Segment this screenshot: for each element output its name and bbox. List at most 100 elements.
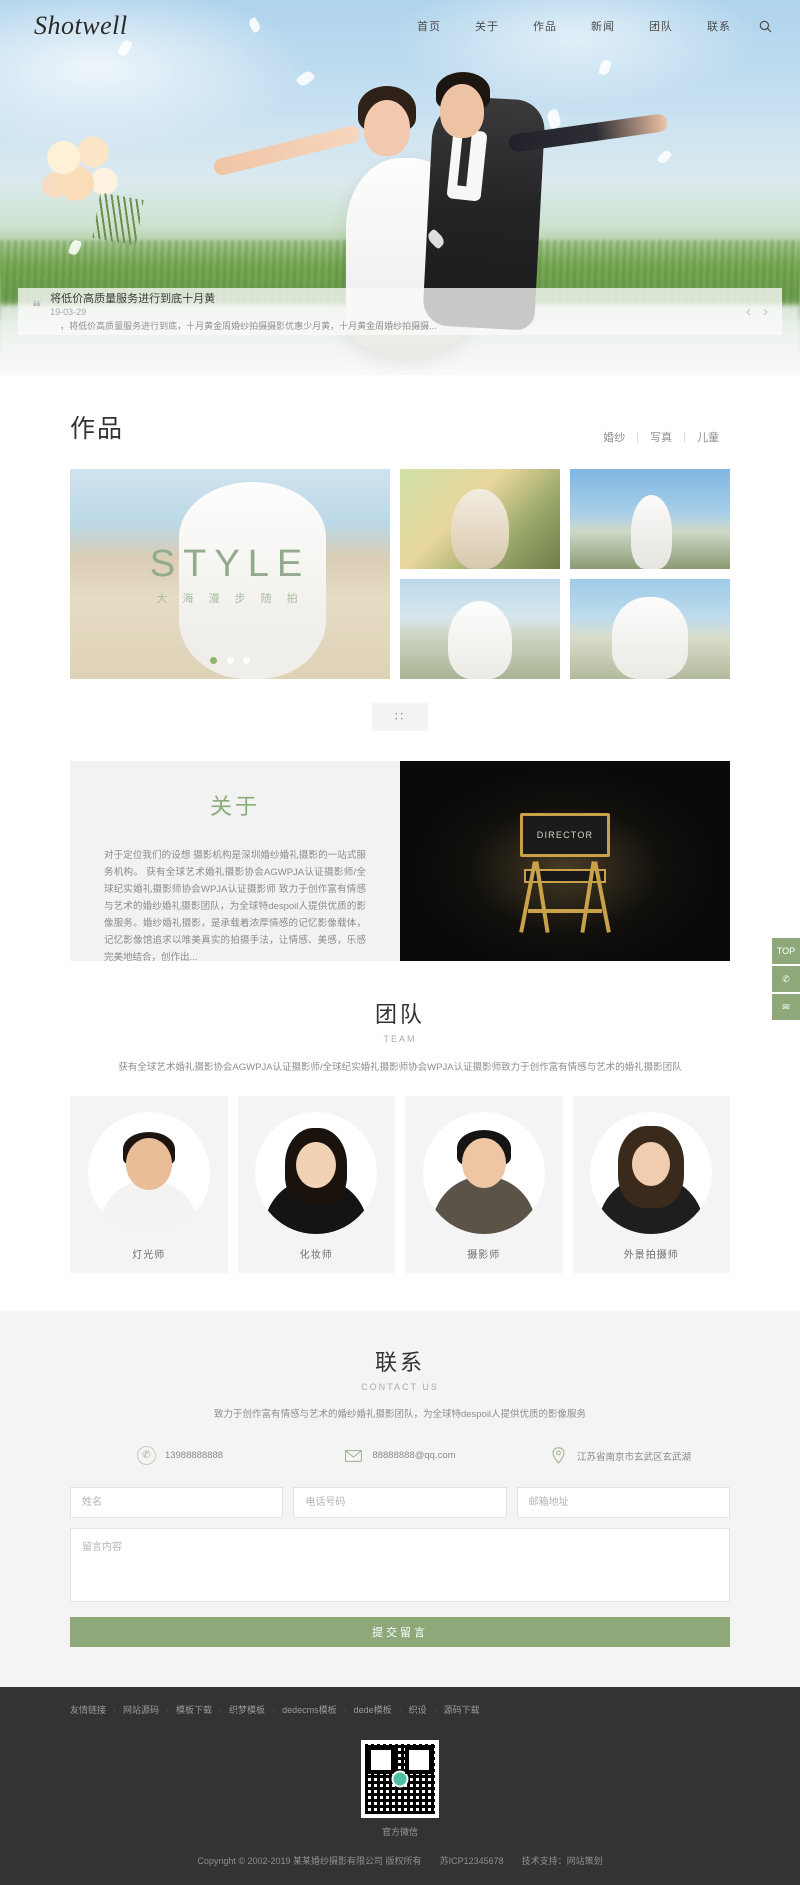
team-section: 团队 TEAM 获有全球艺术婚礼摄影协会AGWPJA认证摄影师/全球纪实婚礼摄影… (70, 997, 730, 1273)
message-icon[interactable]: ✉ (772, 994, 800, 1020)
works-filter-portrait[interactable]: 写真 (639, 429, 683, 445)
team-member-card[interactable]: 摄影师 (405, 1096, 563, 1273)
footer-link[interactable]: 模板下载 (176, 1703, 212, 1716)
work-thumbnail[interactable] (570, 579, 730, 679)
work-thumbnail[interactable] (570, 469, 730, 569)
footer-link[interactable]: 织设 (409, 1703, 427, 1716)
footer-link[interactable]: dede模板 (354, 1703, 392, 1716)
team-member-card[interactable]: 化妆师 (237, 1096, 395, 1273)
contact-email: 88888888@qq.com (290, 1446, 510, 1465)
mail-icon (344, 1446, 363, 1465)
avatar (87, 1112, 210, 1234)
submit-button[interactable]: 提交留言 (70, 1617, 730, 1647)
news-prev-arrow[interactable]: ‹ (746, 303, 751, 320)
footer-link[interactable]: dedecms模板 (282, 1703, 337, 1716)
support-link[interactable]: 网站策划 (567, 1856, 603, 1866)
chair-crossbar (528, 909, 602, 913)
team-member-name: 灯光师 (132, 1250, 166, 1261)
footer-link[interactable]: 友情链接 (70, 1703, 106, 1716)
back-to-top-button[interactable]: TOP (772, 938, 800, 964)
avatar (422, 1112, 545, 1234)
featured-caption-sub: 大 海 漫 步 随 拍 (156, 593, 304, 605)
chair-back: DIRECTOR (520, 813, 610, 857)
name-input[interactable] (70, 1487, 284, 1518)
news-arrows: ‹ › (734, 303, 768, 320)
nav-item-contact[interactable]: 联系 (690, 12, 748, 40)
contact-email-value: 88888888@qq.com (372, 1450, 456, 1461)
about-description: 对于定位我们的设想 摄影机构是深圳婚纱婚礼摄影的一站式服务机构。 获有全球艺术婚… (104, 850, 366, 963)
groom-head (440, 84, 484, 138)
location-icon (549, 1446, 568, 1465)
slider-dots[interactable] (70, 653, 390, 667)
phone-icon: ✆ (136, 1446, 156, 1465)
contact-address: 江苏省南京市玄武区玄武湖 (510, 1446, 730, 1465)
footer-link[interactable]: 网站源码 (123, 1703, 159, 1716)
work-thumbnail[interactable] (400, 469, 560, 569)
director-chair-label: DIRECTOR (536, 830, 594, 840)
contact-address-value: 江苏省南京市玄武区玄武湖 (576, 1451, 691, 1463)
nav-item-team[interactable]: 团队 (632, 12, 690, 40)
featured-caption: STYLE 大 海 漫 步 随 拍 (70, 543, 390, 606)
nav-item-news[interactable]: 新闻 (574, 12, 632, 40)
contact-form-row (70, 1487, 730, 1518)
bride-head (364, 100, 410, 156)
nav-item-works[interactable]: 作品 (516, 12, 574, 40)
team-subtitle: TEAM (383, 1034, 417, 1044)
avatar (255, 1112, 378, 1234)
message-textarea[interactable] (70, 1528, 730, 1602)
load-more-button[interactable]: ∷ (372, 703, 428, 731)
news-title[interactable]: 将低价高质量服务进行到底十月黄 (50, 292, 734, 306)
contact-title: 联系 (374, 1350, 425, 1375)
contact-form: 提交留言 (70, 1487, 730, 1647)
nav-item-home[interactable]: 首页 (400, 12, 458, 40)
work-thumbnail[interactable] (400, 579, 560, 679)
works-section: 作品 婚纱 | 写真 | 儿童 STYLE 大 海 漫 步 随 拍 ∷ (70, 375, 730, 731)
site-footer: 友情链接 · 网站源码 · 模板下载 · 织梦模板 · dedecms模板 · dede模… (0, 1687, 800, 1885)
news-next-arrow[interactable]: › (763, 303, 768, 320)
hero-news-banner[interactable]: ❝ 将低价高质量服务进行到底十月黄 19-03-29 ，将低价高质量服务进行到底… (18, 288, 782, 335)
team-member-card[interactable]: 灯光师 (70, 1096, 228, 1273)
wechat-icon[interactable]: ✆ (772, 966, 800, 992)
contact-description: 致力于创作富有情感与艺术的婚纱婚礼摄影团队，为全球特despoil人提供优质的影… (213, 1409, 587, 1420)
team-member-name: 化妆师 (299, 1250, 333, 1261)
avatar (590, 1112, 713, 1234)
slider-dot[interactable] (226, 657, 234, 664)
quote-icon: ❝ (32, 298, 41, 317)
slider-dot[interactable] (242, 657, 250, 664)
contact-subtitle: CONTACT US (361, 1382, 439, 1392)
works-title: 作品 (70, 415, 125, 443)
works-grid: STYLE 大 海 漫 步 随 拍 (70, 469, 730, 679)
works-header: 作品 婚纱 | 写真 | 儿童 (70, 409, 730, 445)
works-filter-wedding[interactable]: 婚纱 (592, 429, 636, 445)
email-input[interactable] (516, 1487, 730, 1518)
floating-sidebar: TOP ✆ ✉ (772, 938, 800, 1022)
team-title: 团队 (374, 1002, 425, 1027)
qr-label: 官方微信 (381, 1827, 418, 1837)
team-member-card[interactable]: 外景拍摄师 (572, 1096, 730, 1273)
works-featured-slider[interactable]: STYLE 大 海 漫 步 随 拍 (70, 469, 390, 679)
copyright-text: Copyright © 2002-2019 某某婚纱摄影有限公司 版权所有 (197, 1856, 422, 1866)
team-description: 获有全球艺术婚礼摄影协会AGWPJA认证摄影师/全球纪实婚礼摄影师协会WPJA认… (118, 1062, 682, 1073)
page-root: Shotwell 首页 关于 作品 新闻 团队 联系 ❝ 将低价高质量服务进行到 (0, 0, 800, 1885)
about-title: 关于 (209, 794, 260, 819)
works-loadmore-wrap: ∷ (70, 703, 730, 731)
qr-center-logo (391, 1770, 409, 1788)
footer-link[interactable]: 源码下载 (444, 1703, 480, 1716)
footer-links: 友情链接 · 网站源码 · 模板下载 · 织梦模板 · dedecms模板 · dede模… (70, 1703, 480, 1716)
bouquet-stems (92, 192, 144, 246)
works-thumbnail-grid (400, 469, 730, 679)
search-icon[interactable] (752, 13, 778, 39)
slider-dot[interactable] (210, 657, 218, 664)
footer-link[interactable]: 织梦模板 (229, 1703, 265, 1716)
works-filter-children[interactable]: 儿童 (686, 429, 730, 445)
about-section: 关于 对于定位我们的设想 摄影机构是深圳婚纱婚礼摄影的一站式服务机构。 获有全球… (70, 761, 730, 963)
footer-qr-block: 官方微信 (70, 1740, 730, 1838)
about-image-panel: DIRECTOR (400, 761, 730, 961)
works-filter-list: 婚纱 | 写真 | 儿童 (592, 429, 730, 445)
works-featured-cell[interactable]: STYLE 大 海 漫 步 随 拍 (70, 469, 390, 679)
icp-link[interactable]: 苏ICP12345678 (440, 1856, 504, 1866)
site-logo[interactable]: Shotwell (34, 11, 128, 41)
nav-item-about[interactable]: 关于 (458, 12, 516, 40)
news-description: ，将低价高质量服务进行到底，十月黄金周婚纱拍摄摄影优惠少月黄，十月黄金周婚纱拍摄… (60, 320, 437, 331)
phone-input[interactable] (293, 1487, 507, 1518)
